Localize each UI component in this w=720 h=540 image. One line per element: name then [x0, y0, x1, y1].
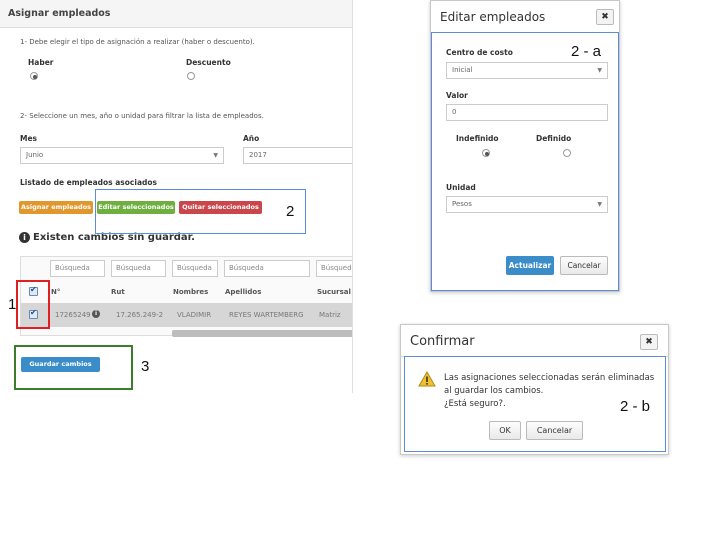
annotation-box-2: [95, 189, 306, 234]
chevron-down-icon: ▼: [597, 201, 602, 208]
anio-select-value: 2017: [249, 151, 267, 159]
edit-cancel-button[interactable]: Cancelar: [560, 256, 608, 275]
valor-label: Valor: [446, 91, 468, 100]
definido-label: Definido: [536, 134, 572, 143]
horizontal-scrollbar[interactable]: [172, 330, 352, 337]
cell-numero: 17265249: [55, 311, 91, 319]
confirm-message-line1: Las asignaciones seleccionadas serán eli…: [444, 373, 655, 383]
close-icon[interactable]: ✖: [596, 9, 614, 25]
valor-input[interactable]: 0: [446, 104, 608, 121]
cell-nombres: VLADIMIR: [177, 311, 212, 319]
column-header-rut[interactable]: Rut: [111, 288, 125, 296]
column-header-nombres[interactable]: Nombres: [173, 288, 208, 296]
indefinido-radio[interactable]: [482, 149, 490, 157]
haber-radio[interactable]: [30, 72, 38, 80]
info-circle-icon[interactable]: i: [92, 310, 100, 318]
list-title: Listado de empleados asociados: [20, 178, 157, 187]
annotation-label-2b: 2 - b: [620, 398, 651, 415]
info-circle-icon: i: [19, 232, 30, 243]
cell-rut: 17.265.249-2: [116, 311, 164, 319]
column-header-numero[interactable]: N°: [51, 288, 60, 296]
chevron-down-icon: ▼: [213, 152, 218, 159]
centro-costo-label: Centro de costo: [446, 48, 513, 57]
valor-input-value: 0: [452, 108, 457, 116]
annotation-label-2a: 2 - a: [571, 43, 602, 60]
search-nombres-input[interactable]: Búsqueda: [172, 260, 218, 277]
annotation-label-3: 3: [141, 358, 150, 375]
annotation-box-3: [14, 345, 133, 390]
search-apellidos-input[interactable]: Búsqueda: [224, 260, 310, 277]
chevron-down-icon: ▼: [597, 67, 602, 74]
unidad-select-value: Pesos: [452, 200, 472, 208]
indefinido-label: Indefinido: [456, 134, 499, 143]
ok-button[interactable]: OK: [489, 421, 521, 440]
confirm-message-line2: al guardar los cambios.: [444, 386, 544, 396]
annotation-label-2: 2: [286, 203, 295, 220]
mes-select[interactable]: Junio ▼: [20, 147, 224, 164]
confirm-message-line3: ¿Está seguro?.: [444, 399, 506, 409]
step1-instruction: 1- Debe elegir el tipo de asignación a r…: [20, 38, 255, 46]
anio-select[interactable]: 2017: [243, 147, 352, 164]
update-button[interactable]: Actualizar: [506, 256, 554, 275]
unidad-label: Unidad: [446, 183, 476, 192]
close-icon[interactable]: ✖: [640, 334, 658, 350]
column-header-sucursal[interactable]: Sucursal: [317, 288, 351, 296]
centro-costo-value: Inicial: [452, 66, 473, 74]
descuento-radio[interactable]: [187, 72, 195, 80]
edit-dialog-title: Editar empleados: [440, 10, 546, 24]
panel-title: Asignar empleados: [0, 0, 352, 28]
search-rut-input[interactable]: Búsqueda: [111, 260, 166, 277]
centro-costo-select[interactable]: Inicial ▼: [446, 62, 608, 79]
definido-radio[interactable]: [563, 149, 571, 157]
annotation-label-1: 1: [8, 296, 17, 313]
confirm-cancel-button[interactable]: Cancelar: [526, 421, 583, 440]
column-header-apellidos[interactable]: Apellidos: [225, 288, 261, 296]
cell-sucursal: Matriz: [319, 311, 341, 319]
warning-icon: [418, 371, 436, 387]
anio-label: Año: [243, 134, 260, 143]
mes-select-value: Junio: [26, 151, 44, 159]
step2-instruction: 2- Seleccione un mes, año o unidad para …: [20, 112, 264, 120]
confirm-dialog-title: Confirmar: [410, 334, 475, 349]
annotation-box-1: [16, 280, 50, 329]
descuento-label: Descuento: [186, 58, 231, 67]
unidad-select[interactable]: Pesos ▼: [446, 196, 608, 213]
mes-label: Mes: [20, 134, 38, 143]
assign-employees-button[interactable]: Asignar empleados: [19, 201, 93, 214]
haber-label: Haber: [28, 58, 54, 67]
search-numero-input[interactable]: Búsqueda: [50, 260, 105, 277]
cell-apellidos: REYES WARTEMBERG: [229, 311, 304, 319]
search-sucursal-input[interactable]: Búsqueda: [316, 260, 352, 277]
